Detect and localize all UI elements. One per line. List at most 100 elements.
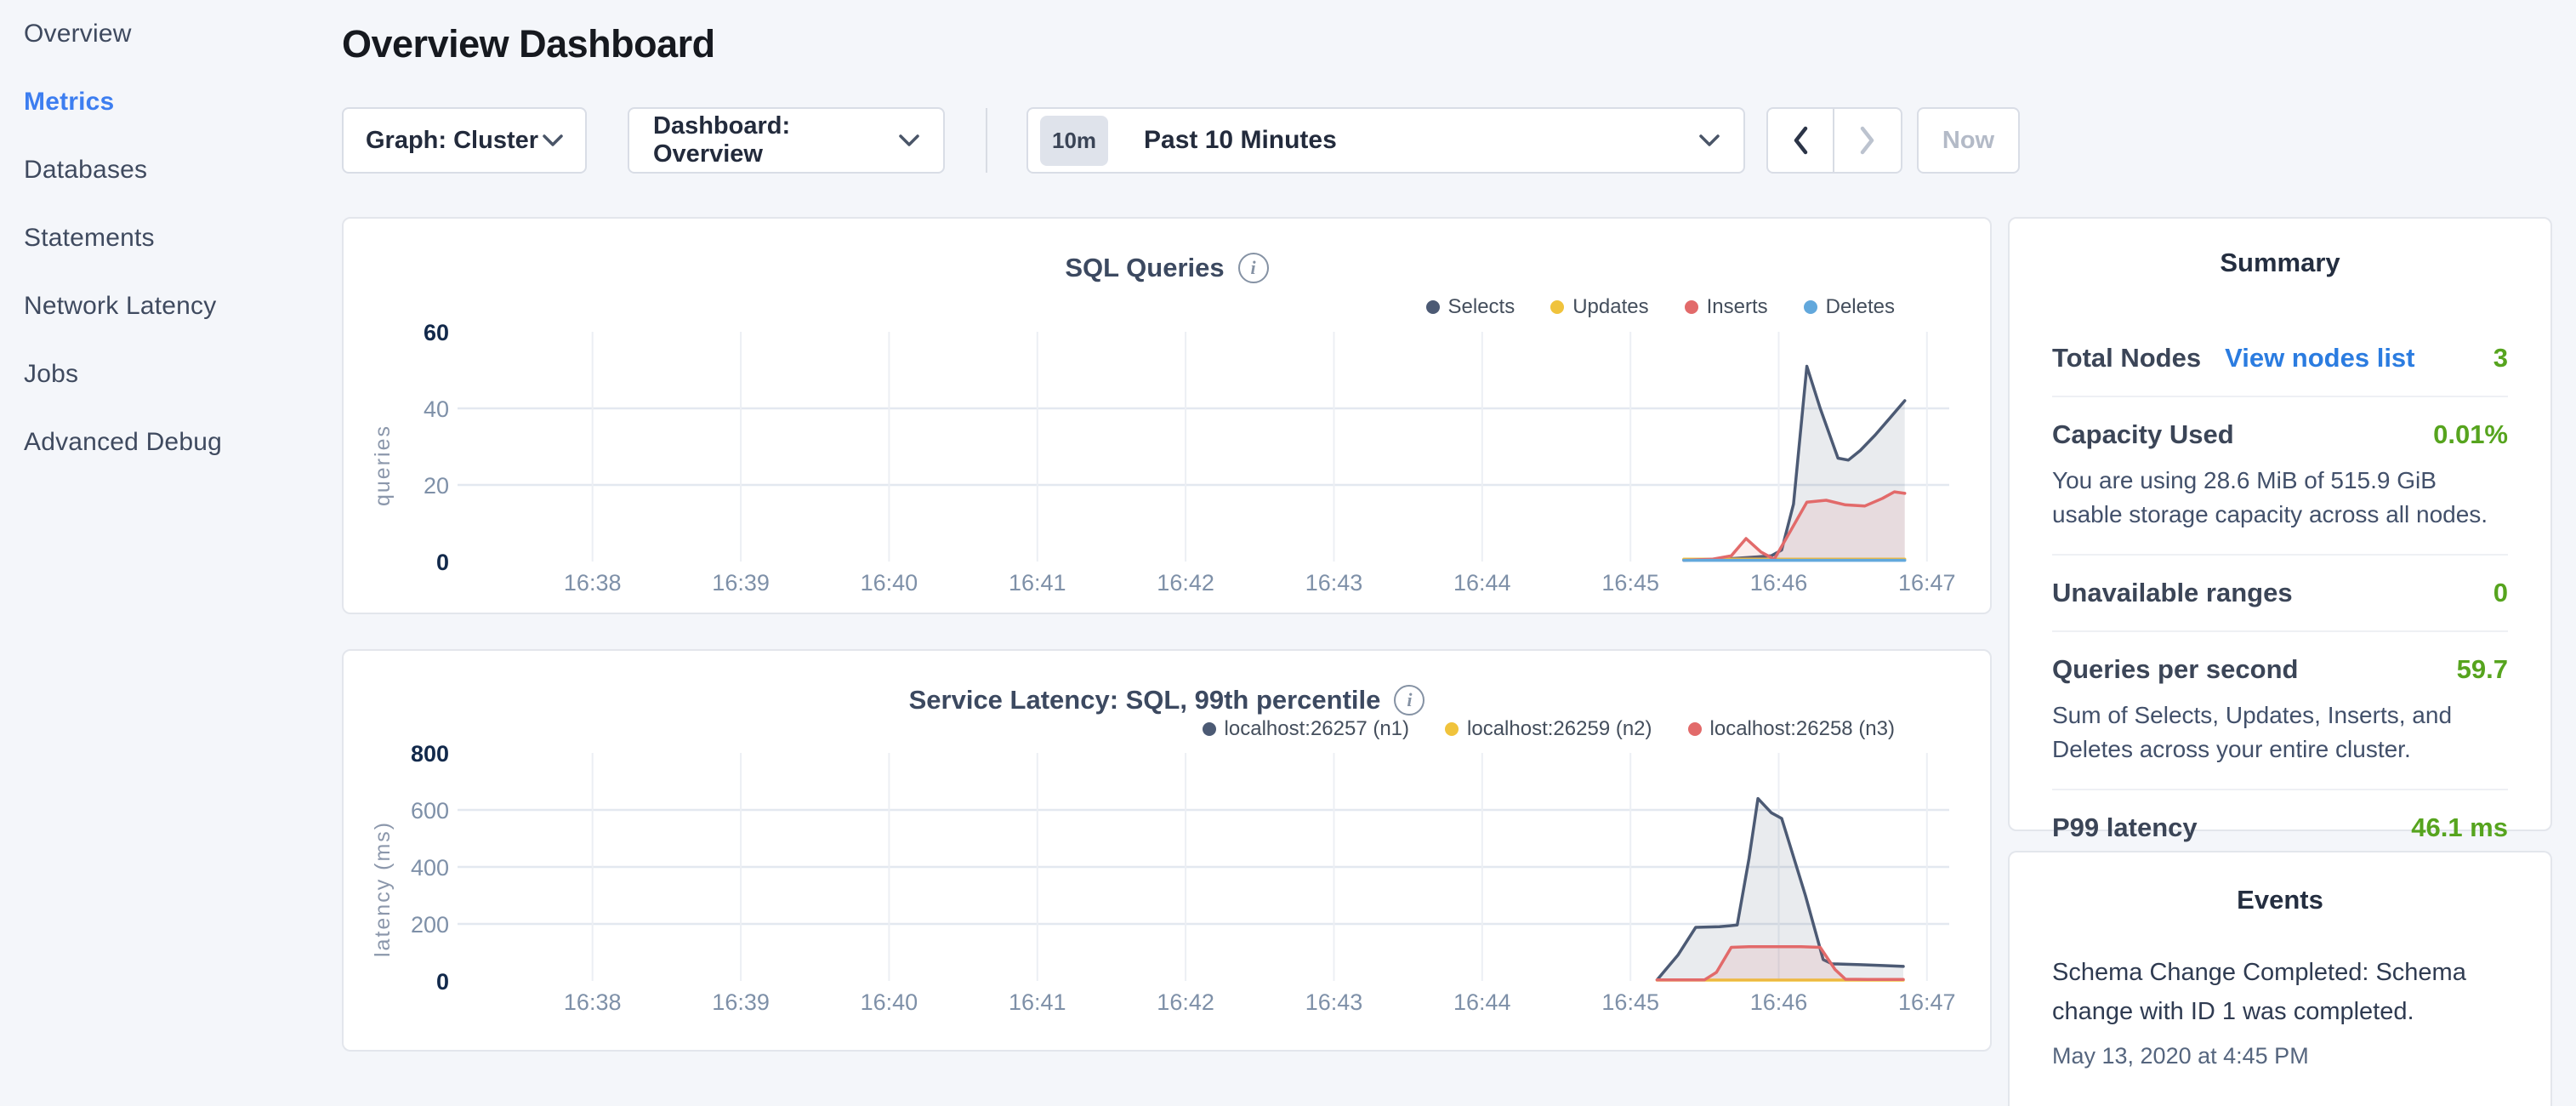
qps-description: Sum of Selects, Updates, Inserts, and De… <box>2052 698 2508 767</box>
svg-text:600: 600 <box>411 798 449 824</box>
graph-scope-dropdown[interactable]: Graph: Cluster <box>342 107 587 174</box>
total-nodes-label: Total Nodes <box>2052 343 2201 373</box>
sidebar: OverviewMetricsDatabasesStatementsNetwor… <box>0 0 342 1052</box>
svg-text:16:46: 16:46 <box>1750 989 1808 1015</box>
legend-item: Deletes <box>1804 295 1895 319</box>
svg-text:16:38: 16:38 <box>564 989 622 1015</box>
legend-item: Selects <box>1426 295 1515 319</box>
summary-unavailable-ranges: Unavailable ranges 0 <box>2052 556 2508 632</box>
svg-text:60: 60 <box>424 320 449 345</box>
dashboard-label: Dashboard: Overview <box>653 112 899 168</box>
svg-text:16:44: 16:44 <box>1453 989 1511 1015</box>
sidebar-item-databases[interactable]: Databases <box>0 136 342 204</box>
svg-text:16:41: 16:41 <box>1009 989 1066 1015</box>
svg-text:400: 400 <box>411 855 449 881</box>
summary-total-nodes: Total Nodes View nodes list 3 <box>2052 321 2508 397</box>
svg-text:16:39: 16:39 <box>712 989 770 1015</box>
chevron-down-icon <box>1699 134 1720 147</box>
svg-text:16:44: 16:44 <box>1453 570 1511 596</box>
svg-text:16:41: 16:41 <box>1009 570 1066 596</box>
capacity-used-label: Capacity Used <box>2052 419 2234 450</box>
svg-text:16:43: 16:43 <box>1305 570 1363 596</box>
svg-text:20: 20 <box>424 473 449 499</box>
chevron-right-icon <box>1859 126 1876 155</box>
svg-text:800: 800 <box>411 741 449 767</box>
sidebar-item-advanced-debug[interactable]: Advanced Debug <box>0 408 342 476</box>
service-latency-plot[interactable]: 020040060080016:3816:3916:4016:4116:4216… <box>469 753 1949 981</box>
series-color-dot <box>1688 722 1702 736</box>
svg-text:16:45: 16:45 <box>1601 570 1659 596</box>
service-latency-chart-card: Service Latency: SQL, 99th percentile lo… <box>342 649 1992 1052</box>
chevron-down-icon <box>543 134 563 147</box>
service-latency-legend: localhost:26257 (n1) localhost:26259 (n2)… <box>1203 717 1895 741</box>
chart-title: SQL Queries <box>1065 253 1224 283</box>
svg-text:16:42: 16:42 <box>1157 989 1214 1015</box>
svg-text:16:45: 16:45 <box>1601 989 1659 1015</box>
legend-item: localhost:26259 (n2) <box>1445 717 1652 741</box>
svg-text:16:46: 16:46 <box>1750 570 1808 596</box>
legend-item: Inserts <box>1685 295 1768 319</box>
p99-latency-value: 46.1 ms <box>2411 812 2508 843</box>
sidebar-item-metrics[interactable]: Metrics <box>0 68 342 136</box>
legend-item: localhost:26257 (n1) <box>1203 717 1409 741</box>
summary-capacity-used: Capacity Used 0.01% You are using 28.6 M… <box>2052 397 2508 556</box>
svg-text:16:40: 16:40 <box>861 570 918 596</box>
svg-text:16:47: 16:47 <box>1898 570 1956 596</box>
sidebar-item-overview[interactable]: Overview <box>0 0 342 68</box>
event-list-item[interactable]: Schema Change Completed: Schema change w… <box>2052 953 2508 1069</box>
qps-label: Queries per second <box>2052 654 2298 685</box>
series-color-dot <box>1550 300 1564 314</box>
legend-item: Updates <box>1550 295 1648 319</box>
toolbar-divider <box>986 108 987 173</box>
svg-text:16:38: 16:38 <box>564 570 622 596</box>
chevron-down-icon <box>899 134 919 147</box>
y-axis-label: latency (ms) <box>371 770 395 1008</box>
qps-value: 59.7 <box>2457 654 2508 685</box>
info-icon[interactable] <box>1394 685 1424 715</box>
event-timestamp: May 13, 2020 at 4:45 PM <box>2052 1043 2508 1069</box>
svg-text:40: 40 <box>424 396 449 422</box>
chart-title: Service Latency: SQL, 99th percentile <box>909 685 1381 715</box>
now-button[interactable]: Now <box>1917 107 2020 174</box>
sidebar-item-jobs[interactable]: Jobs <box>0 340 342 408</box>
svg-text:16:39: 16:39 <box>712 570 770 596</box>
series-color-dot <box>1685 300 1698 314</box>
summary-panel: Summary Total Nodes View nodes list 3 Ca… <box>2008 217 2552 831</box>
time-range-badge: 10m <box>1040 116 1108 166</box>
events-title: Events <box>2052 885 2508 915</box>
time-backward-button[interactable] <box>1768 109 1834 172</box>
info-icon[interactable] <box>1238 253 1269 283</box>
page-title: Overview Dashboard <box>342 22 715 66</box>
chevron-left-icon <box>1792 126 1809 155</box>
p99-latency-label: P99 latency <box>2052 812 2198 843</box>
summary-title: Summary <box>2052 248 2508 278</box>
sql-queries-plot[interactable]: 020406016:3816:3916:4016:4116:4216:4316:… <box>469 332 1949 562</box>
series-color-dot <box>1804 300 1817 314</box>
sidebar-item-statements[interactable]: Statements <box>0 204 342 272</box>
unavailable-ranges-value: 0 <box>2494 578 2508 608</box>
series-color-dot <box>1426 300 1440 314</box>
time-range-dropdown[interactable]: 10m Past 10 Minutes <box>1026 107 1745 174</box>
view-nodes-list-link[interactable]: View nodes list <box>2225 343 2414 373</box>
sql-queries-legend: Selects Updates Inserts Deletes <box>1426 295 1896 319</box>
sidebar-nav: OverviewMetricsDatabasesStatementsNetwor… <box>0 0 342 476</box>
dashboard-dropdown[interactable]: Dashboard: Overview <box>628 107 945 174</box>
capacity-used-description: You are using 28.6 MiB of 515.9 GiB usab… <box>2052 464 2508 532</box>
legend-item: localhost:26258 (n3) <box>1688 717 1895 741</box>
summary-queries-per-second: Queries per second 59.7 Sum of Selects, … <box>2052 632 2508 790</box>
time-forward-button[interactable] <box>1834 109 1901 172</box>
series-color-dot <box>1203 722 1216 736</box>
svg-text:16:43: 16:43 <box>1305 989 1363 1015</box>
events-panel: Events Schema Change Completed: Schema c… <box>2008 851 2552 1106</box>
total-nodes-value: 3 <box>2494 343 2508 373</box>
svg-text:16:40: 16:40 <box>861 989 918 1015</box>
sql-queries-chart-card: SQL Queries Selects Updates Inserts Deletes… <box>342 217 1992 614</box>
graph-scope-label: Graph: Cluster <box>366 127 538 155</box>
time-range-label: Past 10 Minutes <box>1144 126 1337 155</box>
svg-text:16:42: 16:42 <box>1157 570 1214 596</box>
sidebar-item-network-latency[interactable]: Network Latency <box>0 272 342 340</box>
series-color-dot <box>1445 722 1459 736</box>
svg-text:16:47: 16:47 <box>1898 989 1956 1015</box>
y-axis-label: queries <box>371 346 395 584</box>
svg-text:200: 200 <box>411 912 449 938</box>
